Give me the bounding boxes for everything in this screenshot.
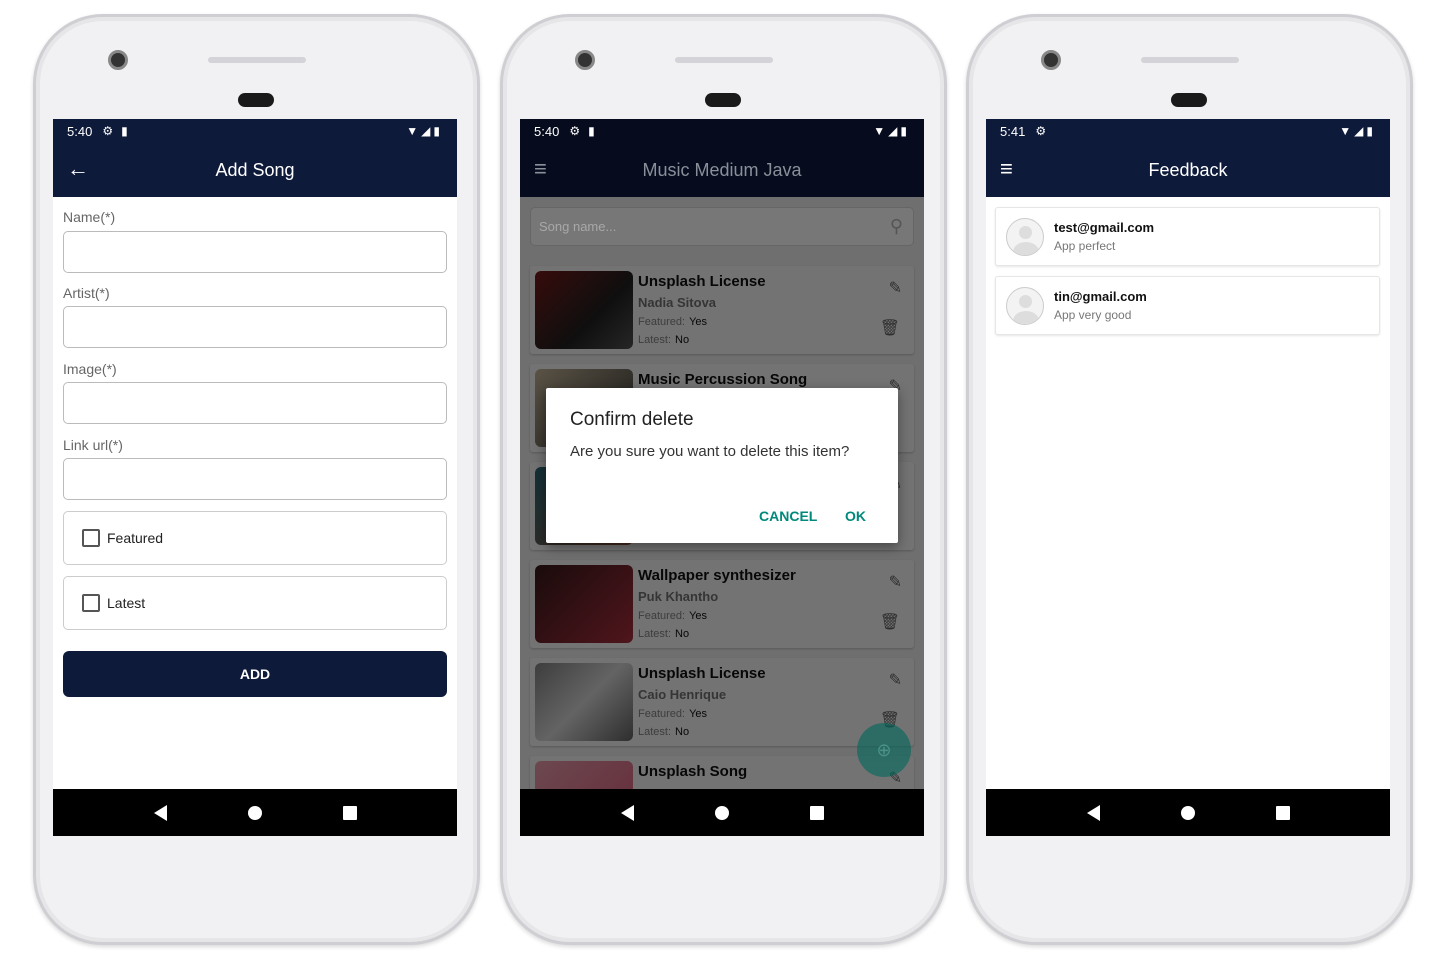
cancel-button[interactable]: CANCEL (759, 508, 817, 524)
home-nav-icon[interactable] (1180, 805, 1195, 820)
camera (108, 50, 128, 70)
camera (575, 50, 595, 70)
confirm-delete-dialog: Confirm delete Are you sure you want to … (546, 388, 898, 543)
signal-battery-icon: ▼◢▮ (1339, 124, 1376, 138)
search-input[interactable]: Song name... ⚲ (530, 207, 914, 246)
screen: 5:40 ⚙ ▮ ▼◢▮ ← Add Song Name(*) Artist(*) Im… (53, 119, 457, 836)
avatar (1006, 287, 1044, 325)
feedback-message: App very good (1054, 308, 1132, 322)
page-title: Music Medium Java (642, 159, 802, 180)
recents-nav-icon[interactable] (809, 805, 824, 820)
signal-battery-icon: ▼◢▮ (873, 124, 910, 138)
link-url-label: Link url(*) (63, 437, 123, 453)
add-button[interactable]: ADD (63, 651, 447, 697)
app-bar: ← Add Song (53, 143, 457, 197)
feedback-item[interactable]: test@gmail.com App perfect (995, 207, 1380, 266)
feedback-email: tin@gmail.com (1054, 289, 1147, 304)
featured-label: Featured (107, 530, 164, 546)
artist-input[interactable] (63, 306, 447, 348)
search-icon[interactable]: ⚲ (890, 216, 903, 237)
app-bar: ≡ Music Medium Java (520, 143, 924, 197)
dialog-message: Are you sure you want to delete this ite… (570, 443, 850, 460)
nav-bar (53, 789, 457, 836)
avatar (1006, 218, 1044, 256)
sensor (1171, 93, 1207, 107)
checkbox-icon[interactable] (82, 594, 100, 612)
back-arrow-icon[interactable]: ← (67, 157, 89, 181)
app-bar: ≡ Feedback (986, 143, 1390, 197)
home-nav-icon[interactable] (247, 805, 262, 820)
nav-bar (986, 789, 1390, 836)
status-bar: 5:40 ⚙ ▮ ▼◢▮ (53, 119, 457, 143)
featured-checkbox[interactable]: Featured (63, 511, 447, 565)
status-time: 5:41 (1000, 123, 1026, 139)
name-input[interactable] (63, 231, 447, 273)
recents-nav-icon[interactable] (342, 805, 357, 820)
page-title: Add Song (215, 159, 295, 180)
settings-icon: ⚙ (1035, 124, 1047, 138)
dialog-title: Confirm delete (570, 409, 694, 430)
status-time: 5:40 (67, 123, 93, 139)
sensor (238, 93, 274, 107)
status-bar: 5:41 ⚙ ▼◢▮ (986, 119, 1390, 143)
nav-bar (520, 789, 924, 836)
ok-button[interactable]: OK (845, 508, 866, 524)
settings-icon: ⚙ (102, 124, 114, 138)
image-label: Image(*) (63, 361, 117, 377)
menu-icon[interactable]: ≡ (534, 157, 547, 181)
feedback-message: App perfect (1054, 239, 1116, 253)
latest-checkbox[interactable]: Latest (63, 576, 447, 630)
artist-label: Artist(*) (63, 285, 110, 301)
screen: 5:41 ⚙ ▼◢▮ ≡ Feedback test@gmail.com App per… (986, 119, 1390, 836)
camera (1041, 50, 1061, 70)
feedback-email: test@gmail.com (1054, 220, 1155, 235)
screen: 5:40 ⚙ ▮ ▼◢▮ ≡ Music Medium Java Song name..… (520, 119, 924, 836)
signal-battery-icon: ▼◢▮ (406, 124, 443, 138)
phone-feedback: 5:41 ⚙ ▼◢▮ ≡ Feedback test@gmail.com App per… (966, 14, 1413, 945)
feedback-item[interactable]: tin@gmail.com App very good (995, 276, 1380, 335)
sensor (705, 93, 741, 107)
checkbox-icon[interactable] (82, 529, 100, 547)
recents-nav-icon[interactable] (1275, 805, 1290, 820)
status-bar: 5:40 ⚙ ▮ ▼◢▮ (520, 119, 924, 143)
back-nav-icon[interactable] (1086, 804, 1100, 821)
menu-icon[interactable]: ≡ (1000, 157, 1013, 181)
home-nav-icon[interactable] (714, 805, 729, 820)
add-song-fab: ⊕ (857, 723, 911, 777)
name-label: Name(*) (63, 209, 116, 225)
latest-label: Latest (107, 595, 146, 611)
speaker (1141, 57, 1239, 63)
back-nav-icon[interactable] (620, 804, 634, 821)
settings-icon: ⚙ (569, 124, 581, 138)
speaker (675, 57, 773, 63)
status-time: 5:40 (534, 123, 560, 139)
sd-card-icon: ▮ (588, 124, 595, 138)
page-title: Feedback (1148, 159, 1228, 180)
image-input[interactable] (63, 382, 447, 424)
phone-song-list: 5:40 ⚙ ▮ ▼◢▮ ≡ Music Medium Java Song name..… (500, 14, 947, 945)
search-placeholder: Song name... (539, 219, 617, 234)
sd-card-icon: ▮ (121, 124, 128, 138)
link-url-input[interactable] (63, 458, 447, 500)
speaker (208, 57, 306, 63)
phone-add-song: 5:40 ⚙ ▮ ▼◢▮ ← Add Song Name(*) Artist(*) Im… (33, 14, 480, 945)
back-nav-icon[interactable] (153, 804, 167, 821)
